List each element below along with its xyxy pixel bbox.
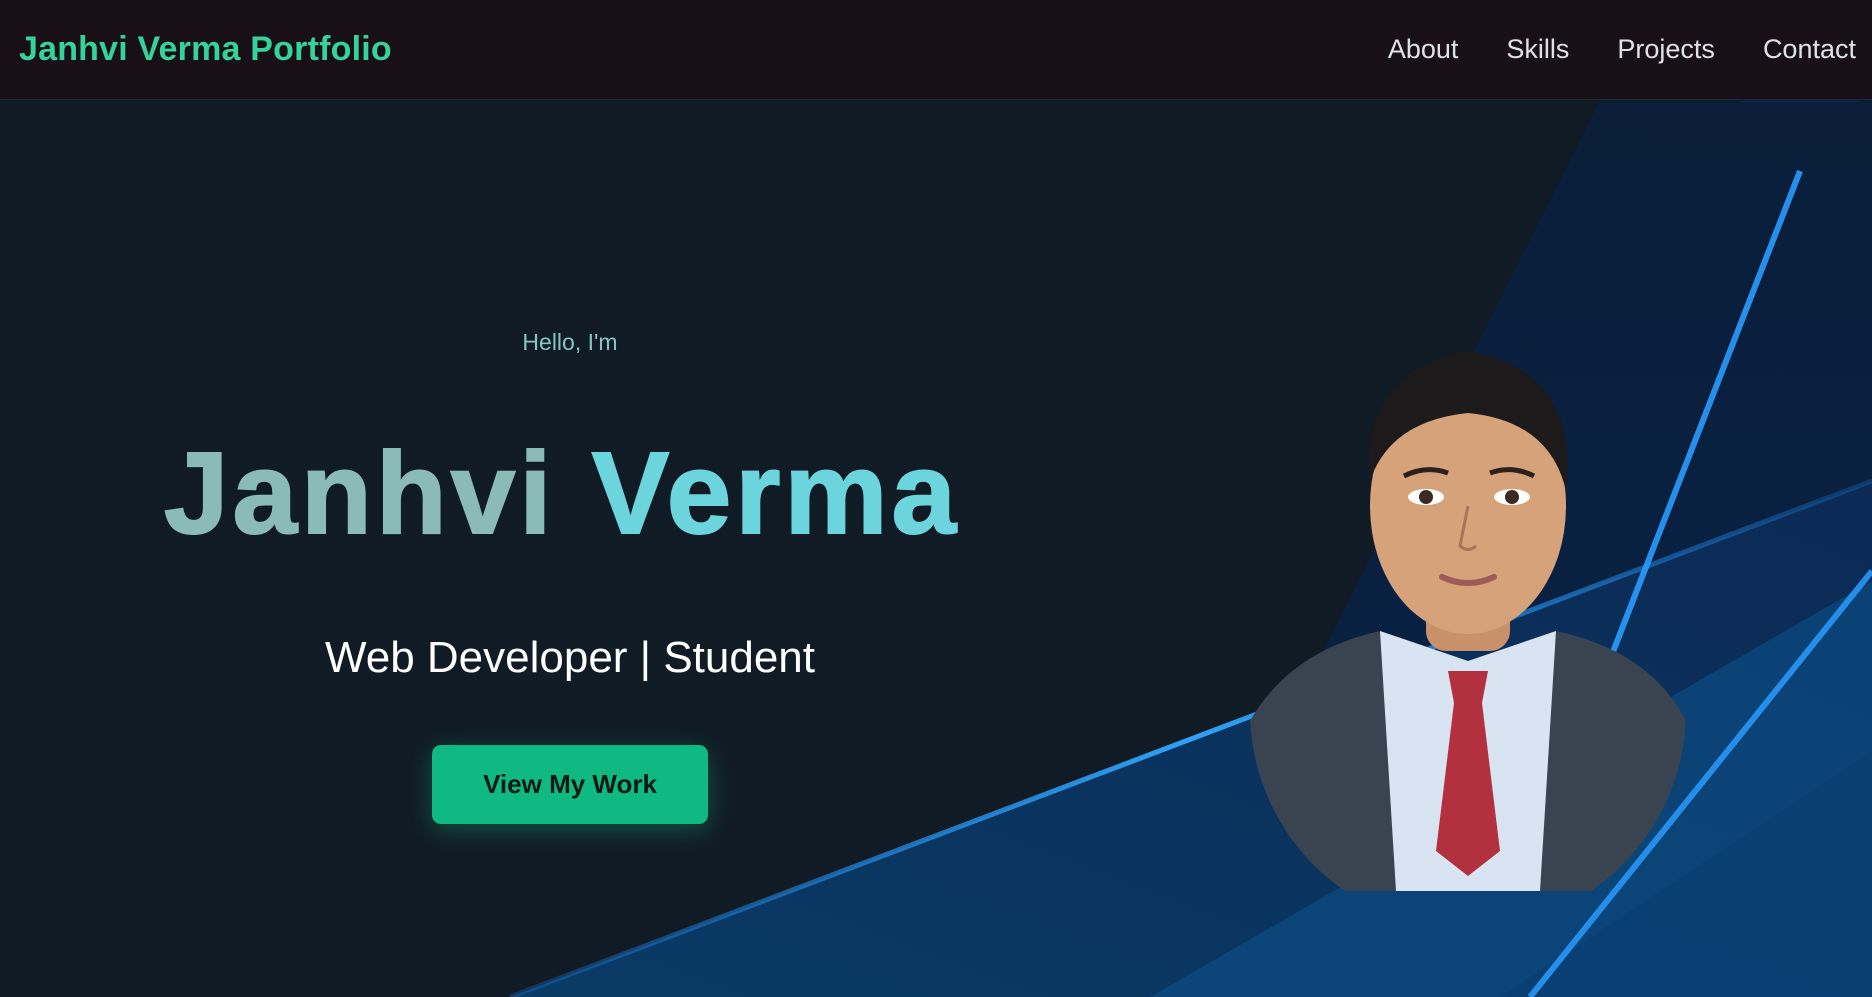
top-navbar: Janhvi Verma Portfolio About Skills Proj… (0, 0, 1872, 100)
hero-name: Janhvi Verma (163, 434, 960, 552)
first-name: Janhvi (163, 428, 556, 558)
role-subtitle: Web Developer | Student (324, 633, 815, 682)
nav-link-projects[interactable]: Projects (1617, 34, 1715, 65)
greeting-text: Hello, I'm (522, 329, 618, 355)
nav-link-about[interactable]: About (1388, 34, 1459, 65)
hero-section: Hello, I'm Janhvi Verma Web Developer | … (0, 101, 1872, 997)
nav-link-contact[interactable]: Contact (1763, 34, 1856, 65)
last-name: Verma (591, 428, 961, 558)
view-my-work-button[interactable]: View My Work (432, 745, 708, 824)
brand-logo[interactable]: Janhvi Verma Portfolio (19, 30, 392, 69)
nav-link-skills[interactable]: Skills (1506, 34, 1569, 65)
profile-photo (1250, 351, 1686, 891)
nav-links: About Skills Projects Contact (1340, 34, 1856, 65)
